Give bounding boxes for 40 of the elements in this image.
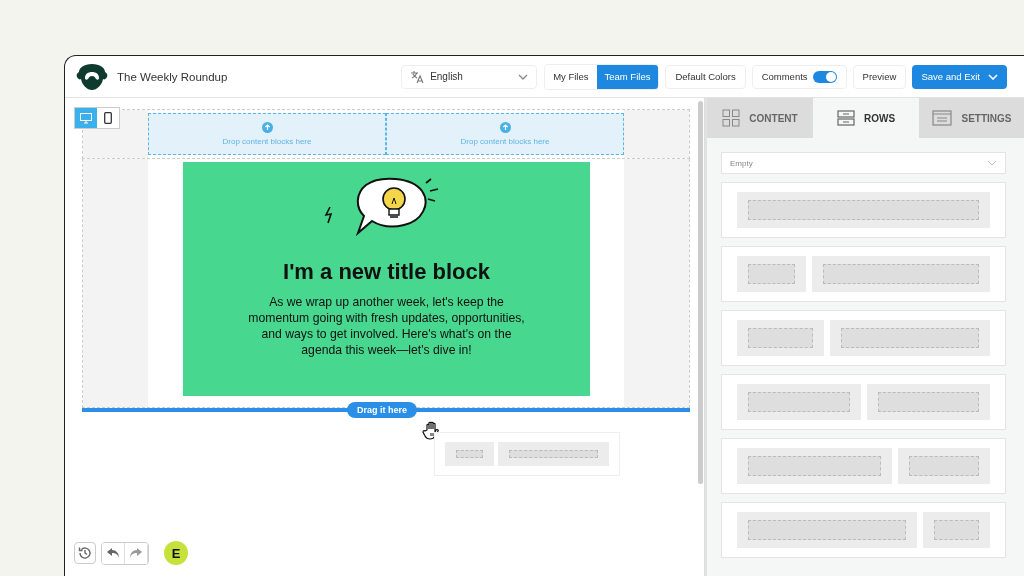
save-and-exit-button[interactable]: Save and Exit: [912, 64, 1007, 89]
document-title: The Weekly Roundup: [117, 70, 228, 83]
undo-icon: [106, 547, 120, 559]
monitor-icon: [80, 112, 92, 124]
grid-icon: [722, 109, 741, 127]
intro-paragraph: As we wrap up another week, let's keep the momentum going with fresh updates, opportunities, and ways to get involved. Here's what's on the agenda this week—let's dive in!: [247, 294, 526, 358]
preview-button[interactable]: Preview: [852, 64, 907, 89]
chevron-down-icon: [518, 73, 529, 80]
history-button[interactable]: [74, 542, 96, 564]
language-select[interactable]: English: [401, 64, 538, 89]
upload-arrow-icon: [261, 122, 273, 133]
row-layout-card[interactable]: [721, 502, 1006, 558]
chevron-down-icon: [987, 160, 997, 166]
comments-label: Comments: [761, 71, 808, 82]
drop-zone-label: Drop content blocks here: [222, 137, 312, 146]
hero-title: I'm a new title block: [283, 259, 490, 285]
row-layout-card[interactable]: [721, 374, 1006, 430]
rows-icon: [836, 110, 855, 126]
undo-button[interactable]: [102, 542, 125, 564]
translate-icon: [410, 69, 425, 84]
redo-icon: [129, 547, 143, 559]
monkey-logo-icon: [76, 62, 108, 91]
row-filter-select[interactable]: Empty: [721, 152, 1006, 174]
comments-toggle[interactable]: [812, 70, 837, 83]
window-icon: [932, 110, 953, 126]
default-colors-button[interactable]: Default Colors: [665, 64, 746, 89]
history-icon: [78, 546, 92, 560]
user-avatar[interactable]: E: [164, 541, 188, 565]
scrollbar[interactable]: [698, 101, 703, 484]
row-layout-card[interactable]: [721, 310, 1006, 366]
drop-zone-label: Drop content blocks here: [460, 137, 550, 146]
file-tab[interactable]: Team Files: [596, 64, 659, 89]
row-layout-card[interactable]: [721, 246, 1006, 302]
panel-tab[interactable]: ROWS: [813, 98, 919, 138]
row-layout-card[interactable]: [721, 438, 1006, 494]
upload-arrow-icon: [499, 122, 511, 133]
phone-icon: [104, 112, 112, 124]
chevron-down-icon: [988, 73, 998, 80]
drag-it-here-label: Drag it here: [347, 402, 417, 418]
row-layout-card[interactable]: [721, 182, 1006, 238]
